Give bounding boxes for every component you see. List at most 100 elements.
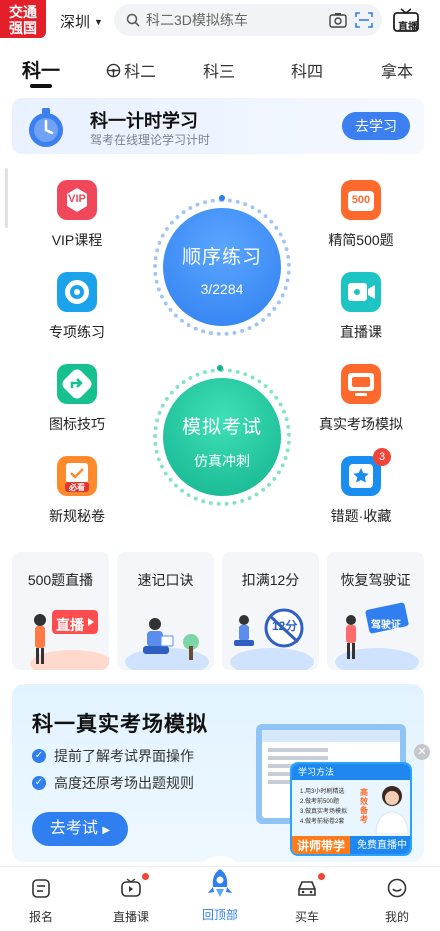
promo-tag-live: 免费直播中 [350, 836, 410, 854]
nav-live-course[interactable]: 直播课 [96, 873, 166, 925]
nav-label: 报名 [28, 910, 53, 924]
nav-label: 我的 [384, 910, 409, 924]
lecturer-photo [375, 786, 409, 834]
progress-dot [219, 195, 225, 201]
exam-banner-title: 科一真实考场模拟 [32, 713, 208, 736]
feature-label: 直播课 [340, 324, 382, 340]
promo-item: 1.用3小时刷精选 [300, 789, 345, 795]
feature-real-exam[interactable]: 真实考场模拟 [306, 364, 416, 434]
feature-special-practice[interactable]: 专项练习 [22, 272, 132, 342]
live-tv-icon[interactable]: 直播 [392, 6, 420, 39]
register-icon [32, 879, 50, 898]
exam-point-1: ✓ 提前了解考试界面操作 [32, 746, 194, 766]
vip-icon-text: VIP [68, 193, 86, 205]
logo-line2: 强国 [9, 20, 37, 36]
card-art-text: 直播 [56, 617, 84, 633]
card-art-text: 12分 [272, 619, 298, 633]
stopwatch-icon [29, 108, 63, 147]
search-icon [126, 13, 140, 27]
target-icon [57, 272, 97, 312]
header: 交通 强国 深圳 ▼ 科二3D模拟练车 直播 [0, 0, 440, 44]
promo-card[interactable]: 学习方法 1.用3小时刷精选 2.做考前500题 3.做真实考场模拟 4.做考前… [290, 762, 412, 856]
feature-new-rules[interactable]: 必看 新规秘卷 [22, 456, 132, 526]
nav-back-to-top[interactable]: 回顶部 [185, 867, 255, 923]
tab-ke2[interactable]: 科二 [106, 58, 156, 82]
check-icon: ✓ [32, 776, 46, 790]
feature-label: 真实考场模拟 [319, 416, 403, 432]
go-exam-button[interactable]: 去考试 ▶ [32, 812, 128, 846]
feature-500-questions[interactable]: 500 精简500题 [306, 180, 416, 250]
card-title: 500题直播 [27, 572, 94, 588]
nav-label: 买车 [294, 910, 319, 924]
subject-tabs: 科一 科二 科三 科四 拿本 [0, 52, 440, 92]
500-icon: 500 [341, 180, 381, 220]
promo-item: 2.做考前500题 [300, 799, 340, 805]
scroll-indicator [5, 168, 8, 228]
card-restore-license[interactable]: 恢复驾驶证 驾驶证 [327, 552, 424, 670]
card-art-text: 驾驶证 [371, 620, 401, 631]
scan-icon[interactable] [354, 10, 374, 30]
timer-title: 科一计时学习 [90, 111, 198, 131]
sequential-practice-button[interactable]: 顺序练习 3/2284 [163, 208, 281, 326]
notification-dot [318, 873, 325, 880]
tab-ke3[interactable]: 科三 [203, 58, 235, 82]
exam-point-text: 高度还原考场出题规则 [54, 775, 194, 791]
go-exam-label: 去考试 [49, 820, 98, 837]
steering-wheel-icon [106, 63, 121, 77]
tab-ke1[interactable]: 科一 [22, 56, 60, 83]
feature-live-course[interactable]: 直播课 [306, 272, 416, 342]
exam-dot [217, 365, 223, 371]
city-label: 深圳 [60, 14, 91, 31]
promo-header: 学习方法 [292, 764, 410, 780]
car-icon [298, 881, 316, 896]
exam-point-2: ✓ 高度还原考场出题规则 [32, 773, 194, 793]
nav-buy-car[interactable]: 买车 [272, 873, 342, 925]
app-logo[interactable]: 交通 强国 [0, 0, 46, 38]
nav-label: 回顶部 [201, 908, 238, 922]
nav-register[interactable]: 报名 [6, 877, 76, 925]
monitor-icon [341, 364, 381, 404]
feature-label: 错题·收藏 [330, 508, 392, 524]
exam-circle-subtitle: 仿真冲刺 [194, 453, 250, 469]
rocket-icon [208, 869, 232, 897]
card-title: 扣满12分 [241, 572, 300, 588]
license-illustration [335, 602, 419, 670]
smile-icon [387, 878, 407, 898]
caret-down-icon: ▼ [94, 16, 103, 27]
city-selector[interactable]: 深圳 ▼ [60, 11, 103, 32]
search-bar[interactable]: 科二3D模拟练车 [114, 4, 382, 36]
mock-exam-button[interactable]: 模拟考试 仿真冲刺 [163, 378, 281, 496]
must-see-text: 必看 [69, 483, 85, 492]
feature-label: 专项练习 [49, 324, 105, 340]
tab-license[interactable]: 拿本 [381, 58, 413, 82]
go-study-button[interactable]: 去学习 [342, 112, 410, 140]
search-placeholder: 科二3D模拟练车 [146, 12, 248, 28]
exam-point-text: 提前了解考试界面操作 [54, 748, 194, 764]
exam-circle-title: 模拟考试 [181, 417, 262, 438]
nav-mine[interactable]: 我的 [362, 877, 432, 925]
card-500-live[interactable]: 500题直播 直播 [12, 552, 109, 670]
close-icon[interactable]: ✕ [414, 744, 430, 760]
feature-label: 新规秘卷 [49, 508, 105, 524]
check-icon: ✓ [32, 749, 46, 763]
points-clock-illustration [230, 608, 314, 670]
promo-tag-teacher: 讲师带学 [292, 836, 350, 854]
promo-side-text: 高效备考 [360, 788, 368, 824]
card-mnemonics[interactable]: 速记口诀 [117, 552, 214, 670]
feature-sign-tips[interactable]: 图标技巧 [22, 364, 132, 434]
feature-label: 精简500题 [328, 232, 394, 248]
vip-icon: VIP [57, 180, 97, 220]
play-arrow-icon: ▶ [102, 825, 111, 836]
tab-underline [30, 84, 52, 88]
feature-vip-course[interactable]: VIP VIP课程 [22, 180, 132, 250]
feature-label: 图标技巧 [49, 416, 105, 432]
card-title: 恢复驾驶证 [340, 572, 411, 588]
timer-study-banner[interactable]: 科一计时学习 驾考在线理论学习计时 去学习 [12, 98, 424, 154]
tab-ke4[interactable]: 科四 [291, 58, 323, 82]
card-12-points[interactable]: 扣满12分 12分 [222, 552, 319, 670]
count-badge: 3 [373, 448, 391, 466]
camera-icon[interactable] [328, 10, 348, 30]
feature-mistakes-favorites[interactable]: 3 错题·收藏 [306, 448, 416, 526]
logo-line1: 交通 [9, 4, 37, 20]
road-sign-icon [57, 364, 97, 404]
